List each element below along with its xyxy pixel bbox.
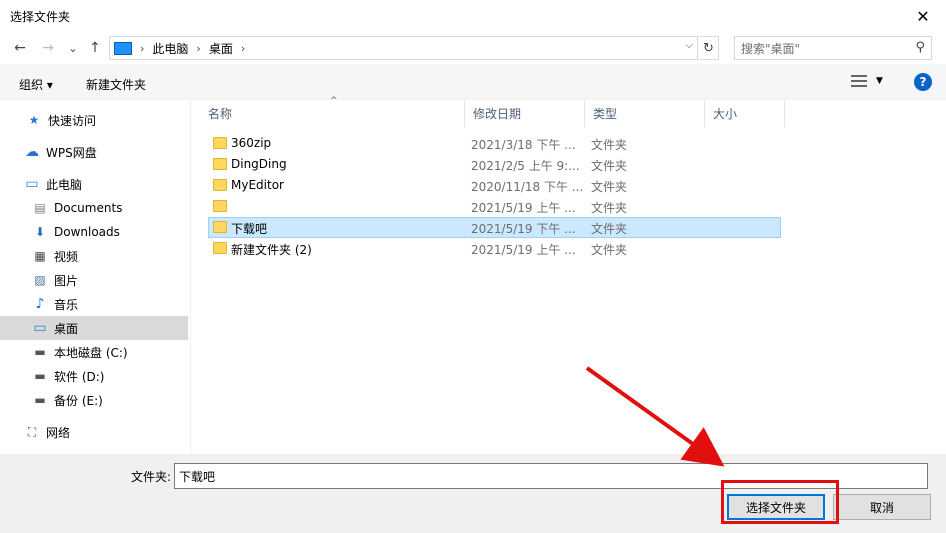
- sidebar-item-label: WPS网盘: [46, 145, 97, 160]
- sidebar-item-label: 音乐: [54, 297, 79, 312]
- close-icon[interactable]: ✕: [900, 0, 946, 32]
- sidebar-item-label: 此电脑: [46, 177, 83, 192]
- chevron-down-icon[interactable]: ▼: [876, 76, 883, 86]
- download-icon: ⬇: [34, 225, 46, 239]
- navigation-bar: ← → ⌄ ↑ › 此电脑 › 桌面 › ⌵ ↻ 搜索"桌面" ⚲: [0, 32, 946, 64]
- sidebar-item-music[interactable]: ♪ 音乐: [0, 292, 188, 316]
- sidebar-item-label: 视频: [54, 249, 79, 264]
- sidebar-item-quick-access[interactable]: ★ 快速访问: [0, 108, 188, 132]
- sidebar-item-desktop[interactable]: ▭ 桌面: [0, 316, 188, 340]
- sidebar-item-pictures[interactable]: ▨ 图片: [0, 268, 188, 292]
- window-title: 选择文件夹: [10, 10, 71, 24]
- folder-icon: [213, 200, 227, 212]
- sidebar-item-label: 软件 (D:): [54, 369, 105, 384]
- breadcrumb-desktop[interactable]: 桌面: [209, 40, 233, 57]
- sidebar-item-downloads[interactable]: ⬇ Downloads: [0, 220, 188, 244]
- disk-icon: ▬: [34, 393, 46, 407]
- picture-icon: ▨: [34, 273, 46, 287]
- organize-button[interactable]: 组织 ▾: [19, 76, 53, 93]
- annotation-highlight-box: [721, 480, 839, 524]
- desktop-icon: ▭: [33, 320, 47, 336]
- search-icon[interactable]: ⚲: [915, 40, 925, 55]
- up-arrow-icon[interactable]: ↑: [85, 38, 105, 58]
- column-header-type[interactable]: 类型: [585, 100, 705, 127]
- chevron-down-icon[interactable]: ⌵: [685, 40, 693, 51]
- computer-icon: [114, 41, 132, 55]
- folder-icon: [213, 242, 227, 254]
- table-row[interactable]: 新建文件夹 (2) 2021/5/19 上午 ... 文件夹: [208, 238, 781, 259]
- computer-icon: ▭: [25, 176, 39, 192]
- table-row[interactable]: MyEditor 2020/11/18 下午 ... 文件夹: [208, 175, 781, 196]
- help-icon[interactable]: ?: [914, 73, 932, 91]
- sidebar-item-documents[interactable]: ▤ Documents: [0, 196, 188, 220]
- sidebar-item-label: 图片: [54, 273, 79, 288]
- sidebar-item-label: 网络: [46, 425, 71, 440]
- chevron-right-icon[interactable]: ›: [241, 42, 245, 55]
- music-icon: ♪: [35, 296, 45, 312]
- file-list: ^ 名称 修改日期 类型 大小 360zip 2021/3/18 下午 ... …: [192, 96, 946, 454]
- sidebar-item-label: Documents: [54, 201, 123, 215]
- navigation-pane: ★ 快速访问 ☁ WPS网盘 ▭ 此电脑 ▤ Documents ⬇ Downl…: [0, 100, 191, 454]
- sidebar-item-label: 桌面: [54, 321, 79, 336]
- sidebar-item-label: 备份 (E:): [54, 393, 103, 408]
- document-icon: ▤: [34, 201, 46, 215]
- sidebar-item-drive-c[interactable]: ▬ 本地磁盘 (C:): [0, 340, 188, 364]
- recent-locations-chevron-icon[interactable]: ⌄: [63, 38, 83, 58]
- new-folder-button[interactable]: 新建文件夹: [86, 76, 146, 93]
- folder-icon: [213, 158, 227, 170]
- sidebar-item-this-pc[interactable]: ▭ 此电脑: [0, 172, 188, 196]
- refresh-icon[interactable]: ↻: [699, 36, 719, 60]
- folder-icon: [213, 137, 227, 149]
- sidebar-item-label: 快速访问: [48, 113, 97, 128]
- disk-icon: ▬: [34, 345, 46, 359]
- command-toolbar: 组织 ▾ 新建文件夹 ▼ ?: [0, 64, 946, 100]
- sidebar-item-videos[interactable]: ▦ 视频: [0, 244, 188, 268]
- cancel-button[interactable]: 取消: [833, 494, 931, 520]
- folder-icon: [213, 221, 227, 233]
- table-row-selected[interactable]: 下载吧 2021/5/19 下午 ... 文件夹: [208, 217, 781, 238]
- table-row[interactable]: 2021/5/19 上午 ... 文件夹: [208, 196, 781, 217]
- star-icon: ★: [28, 113, 40, 127]
- sidebar-item-label: Downloads: [54, 225, 120, 239]
- column-header-name[interactable]: 名称: [200, 100, 465, 127]
- video-icon: ▦: [34, 249, 46, 263]
- column-header-date[interactable]: 修改日期: [465, 100, 585, 127]
- chevron-right-icon[interactable]: ›: [140, 42, 144, 55]
- folder-label: 文件夹:: [131, 470, 172, 484]
- table-row[interactable]: 360zip 2021/3/18 下午 ... 文件夹: [208, 133, 781, 154]
- back-arrow-icon[interactable]: ←: [10, 38, 30, 58]
- sidebar-item-drive-e[interactable]: ▬ 备份 (E:): [0, 388, 188, 412]
- sidebar-item-wps-drive[interactable]: ☁ WPS网盘: [0, 140, 188, 164]
- search-placeholder: 搜索"桌面": [741, 41, 801, 56]
- chevron-right-icon[interactable]: ›: [196, 42, 200, 55]
- address-bar[interactable]: › 此电脑 › 桌面 › ⌵: [109, 36, 698, 60]
- column-header-size[interactable]: 大小: [705, 100, 785, 127]
- breadcrumb-this-pc[interactable]: 此电脑: [152, 40, 188, 57]
- sidebar-item-network[interactable]: ⛶ 网络: [0, 420, 188, 444]
- sidebar-item-drive-d[interactable]: ▬ 软件 (D:): [0, 364, 188, 388]
- title-bar: 选择文件夹 ✕: [0, 0, 946, 32]
- view-options-icon[interactable]: [851, 75, 867, 88]
- network-icon: ⛶: [27, 424, 37, 439]
- table-row[interactable]: DingDing 2021/2/5 上午 9:... 文件夹: [208, 154, 781, 175]
- cloud-icon: ☁: [25, 144, 39, 160]
- sidebar-item-label: 本地磁盘 (C:): [54, 345, 128, 360]
- search-input[interactable]: 搜索"桌面" ⚲: [734, 36, 932, 60]
- forward-arrow-icon[interactable]: →: [38, 38, 58, 58]
- disk-icon: ▬: [34, 369, 46, 383]
- folder-icon: [213, 179, 227, 191]
